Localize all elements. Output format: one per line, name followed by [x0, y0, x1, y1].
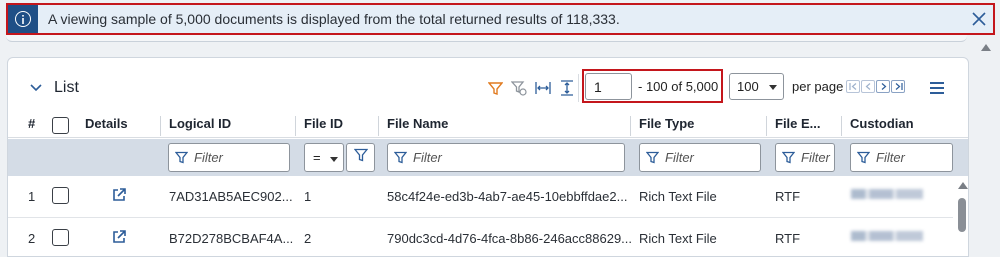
row-checkbox[interactable] [52, 229, 69, 246]
filter-icon [782, 151, 795, 164]
select-all-checkbox[interactable] [52, 117, 69, 134]
close-icon[interactable] [965, 5, 993, 33]
column-header-file-type[interactable]: File Type [639, 116, 694, 131]
logical-id-cell: 7AD31AB5AEC902... [169, 189, 293, 204]
list-panel: List - 100 of 5,000 100 per page [7, 57, 969, 257]
sample-notice-banner: A viewing sample of 5,000 documents is d… [6, 3, 995, 35]
column-header-file-extension[interactable]: File E... [775, 116, 821, 131]
filter-placeholder: Filter [876, 150, 905, 165]
redacted-custodian [851, 231, 923, 241]
custodian-filter-input[interactable]: Filter [850, 143, 953, 172]
filter-placeholder: Filter [801, 150, 830, 165]
open-details-icon[interactable] [111, 187, 127, 203]
filter-placeholder: Filter [413, 150, 442, 165]
column-header-file-name[interactable]: File Name [387, 116, 448, 131]
info-icon [15, 11, 31, 27]
file-extension-cell: RTF [775, 189, 801, 204]
file-id-operator-select[interactable]: = [304, 143, 344, 172]
table-row[interactable]: 2 B72D278BCBAF4A... 2 790dc3cd-4d76-4fca… [8, 218, 953, 256]
logical-id-filter-input[interactable]: Filter [168, 143, 290, 172]
chevron-down-icon [330, 157, 338, 162]
per-page-select[interactable]: 100 [729, 73, 784, 100]
file-name-filter-input[interactable]: Filter [387, 143, 625, 172]
file-name-cell: 58c4f24e-ed3b-4ab7-ae45-10ebbffdae2... [387, 189, 628, 204]
file-id-cell: 1 [304, 189, 312, 204]
filter-placeholder: Filter [194, 150, 223, 165]
first-page-icon[interactable] [846, 80, 860, 93]
chevron-down-icon [769, 85, 777, 90]
scroll-up-arrow-icon[interactable] [958, 182, 968, 189]
row-number: 1 [28, 189, 36, 204]
page-navigation [846, 80, 905, 93]
list-header: List - 100 of 5,000 100 per page [8, 58, 968, 116]
file-type-cell: Rich Text File [639, 231, 717, 246]
column-header-logical-id[interactable]: Logical ID [169, 116, 231, 131]
column-divider[interactable] [766, 116, 767, 136]
table-row[interactable]: 1 7AD31AB5AEC902... 1 58c4f24e-ed3b-4ab7… [8, 176, 953, 218]
file-extension-filter-input[interactable]: Filter [775, 143, 835, 172]
column-divider[interactable] [630, 116, 631, 136]
column-divider[interactable] [295, 116, 296, 136]
file-name-cell: 790dc3cd-4d76-4fca-8b86-246acc88629... [387, 231, 633, 246]
list-title-label: List [54, 79, 79, 96]
column-divider[interactable] [160, 116, 161, 136]
filter-icon [646, 151, 659, 164]
clear-filter-icon[interactable] [510, 79, 528, 97]
logical-id-cell: B72D278BCBAF4A... [169, 231, 294, 246]
chevron-down-icon[interactable] [30, 79, 42, 97]
banner-icon-cell [8, 5, 38, 33]
next-page-icon[interactable] [876, 80, 890, 93]
filter-icon [175, 151, 188, 164]
file-type-filter-input[interactable]: Filter [639, 143, 761, 172]
menu-icon[interactable] [930, 82, 944, 94]
column-header-number: # [28, 116, 36, 131]
filter-placeholder: Filter [665, 150, 694, 165]
column-divider[interactable] [378, 116, 379, 136]
scrollbar-thumb[interactable] [958, 198, 966, 232]
column-divider[interactable] [841, 116, 842, 136]
file-id-cell: 2 [304, 231, 312, 246]
filter-icon [394, 151, 407, 164]
filter-icon [857, 151, 870, 164]
scroll-up-arrow-icon[interactable] [981, 44, 991, 51]
column-header-custodian[interactable]: Custodian [850, 116, 914, 131]
file-id-filter-button[interactable] [346, 143, 375, 172]
filter-row: Filter = Filter Filter Filter Filter [8, 139, 968, 176]
page-range-text: - 100 of 5,000 [638, 79, 719, 94]
last-page-icon[interactable] [891, 80, 905, 93]
per-page-value: 100 [737, 79, 759, 94]
toolbar-divider [578, 74, 579, 102]
fit-columns-icon[interactable] [534, 79, 552, 97]
column-header-details[interactable]: Details [85, 116, 128, 131]
file-type-cell: Rich Text File [639, 189, 717, 204]
page-scrollbar[interactable] [977, 36, 995, 257]
row-checkbox[interactable] [52, 187, 69, 204]
previous-page-icon[interactable] [861, 80, 875, 93]
collapsed-section-edge [6, 35, 967, 45]
operator-value: = [313, 150, 321, 165]
filter-icon[interactable] [486, 79, 504, 97]
row-number: 2 [28, 231, 36, 246]
redacted-custodian [851, 189, 923, 199]
file-extension-cell: RTF [775, 231, 801, 246]
page-number-input[interactable] [585, 73, 632, 100]
per-page-label: per page [792, 79, 844, 94]
open-details-icon[interactable] [111, 229, 127, 245]
list-toolbar [486, 79, 576, 97]
table-scrollbar[interactable] [954, 176, 968, 256]
table-header: # Details Logical ID File ID File Name F… [8, 110, 968, 138]
fit-rows-icon[interactable] [558, 79, 576, 97]
column-header-file-id[interactable]: File ID [304, 116, 343, 131]
filter-icon [353, 148, 368, 167]
banner-message: A viewing sample of 5,000 documents is d… [48, 11, 620, 27]
list-title[interactable]: List [30, 79, 79, 97]
